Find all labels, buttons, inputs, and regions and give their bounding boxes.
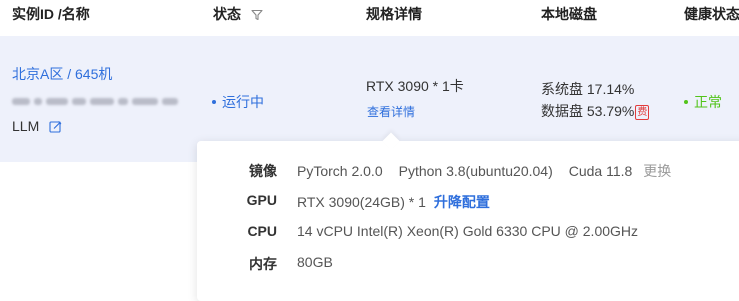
instance-name-label: LLM [12,118,40,134]
col-local-disk: 本地磁盘 [541,6,597,22]
health-dot [684,100,688,104]
gpu-value-wrap: RTX 3090(24GB) * 1 升降配置 [297,192,490,212]
change-image-link[interactable]: 更换 [643,163,671,179]
upgrade-config-link[interactable]: 升降配置 [434,194,490,210]
image-pytorch: PyTorch 2.0.0 [297,163,383,179]
disk-data: 数据盘 53.79% 费 [541,101,650,121]
spec-summary: RTX 3090 * 1卡 [366,78,464,94]
image-label: 镜像 [249,163,277,179]
status-label: 运行中 [222,94,264,110]
col-instance-id-name: 实例ID /名称 [12,6,90,22]
image-python: Python 3.8(ubuntu20.04) [398,163,553,179]
edit-icon[interactable] [49,120,62,133]
status-running: 运行中 [212,92,264,112]
cpu-value: 14 vCPU Intel(R) Xeon(R) Gold 6330 CPU @… [297,223,639,239]
image-value: PyTorch 2.0.0 Python 3.8(ubuntu20.04) Cuda… [297,161,671,181]
col-status-label: 状态 [213,6,241,22]
cpu-label: CPU [247,223,277,239]
disk-data-label: 数据盘 53.79% [541,103,635,119]
memory-value: 80GB [297,254,333,270]
instance-id-blurred [12,96,178,106]
disk-system: 系统盘 17.14% [541,81,635,97]
health-status: 正常 [684,92,722,112]
health-label: 正常 [694,94,722,110]
image-cuda: Cuda 11.8 [568,163,633,179]
instance-name: LLM [12,118,62,134]
fee-badge[interactable]: 费 [635,105,650,120]
filter-icon[interactable] [251,9,263,21]
gpu-value: RTX 3090(24GB) * 1 [297,194,426,210]
col-status: 状态 [213,4,263,24]
table-header: 实例ID /名称 状态 规格详情 本地磁盘 健康状态 [0,0,739,36]
col-spec-details: 规格详情 [366,6,422,22]
memory-label: 内存 [249,256,277,272]
view-details-link[interactable]: 查看详情 [367,103,415,120]
col-health-status: 健康状态 [684,6,739,22]
instance-region-link[interactable]: 北京A区 / 645机 [12,64,112,84]
spec-details-popover: 镜像 PyTorch 2.0.0 Python 3.8(ubuntu20.04) C… [197,132,739,301]
gpu-label: GPU [246,192,277,208]
status-dot [212,100,216,104]
